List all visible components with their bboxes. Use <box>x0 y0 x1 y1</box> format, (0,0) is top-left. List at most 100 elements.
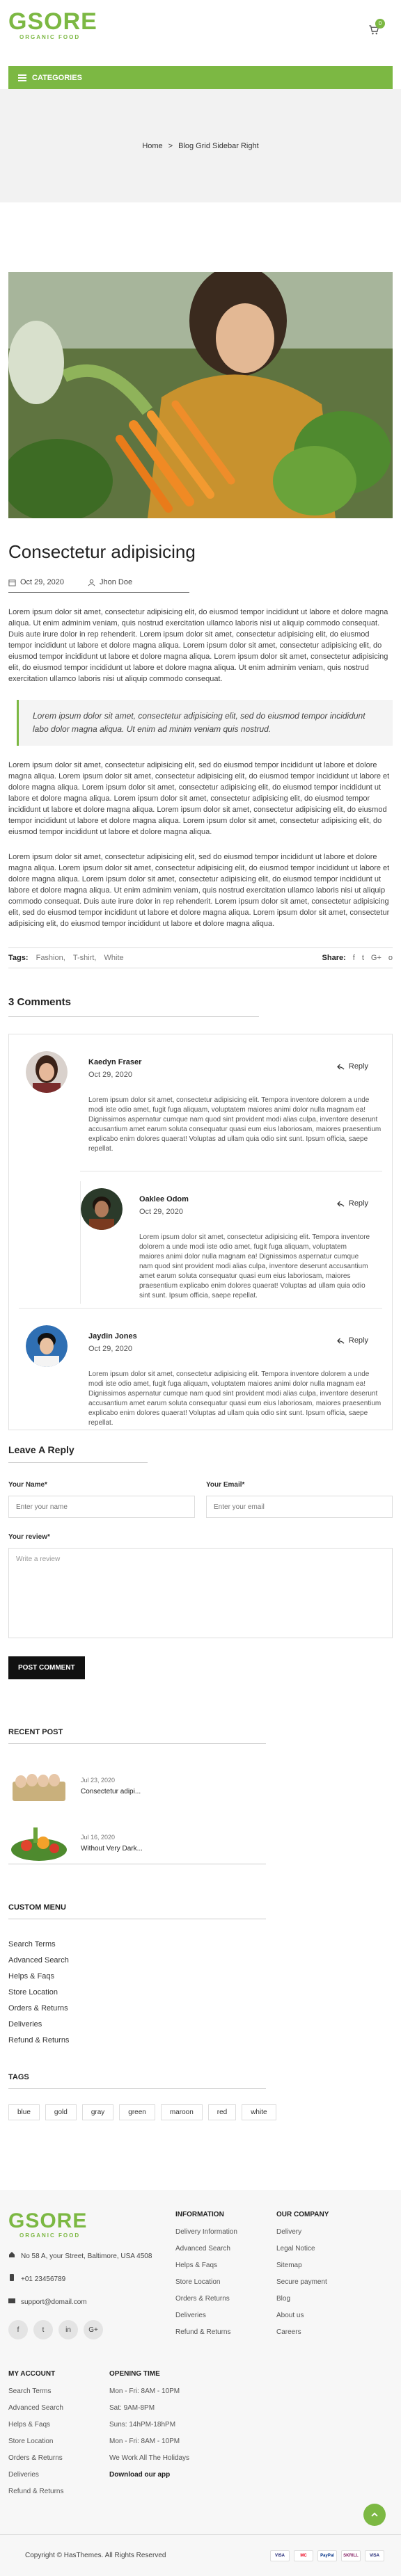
recent-post-item[interactable]: Jul 16, 2020 Without Very Dark... <box>8 1822 393 1864</box>
google-plus-icon[interactable]: G+ <box>371 954 382 962</box>
reply-button[interactable]: Reply <box>336 1336 368 1345</box>
recent-post-title[interactable]: Without Very Dark... <box>81 1845 143 1853</box>
tag-link[interactable]: White <box>104 954 124 962</box>
footer-link[interactable]: Secure payment <box>276 2278 329 2295</box>
custom-menu-item[interactable]: Search Terms <box>8 1940 393 1956</box>
footer-link[interactable]: Refund & Returns <box>175 2328 276 2345</box>
post-comment-button[interactable]: POST COMMENT <box>8 1656 85 1679</box>
post-paragraph-3: Lorem ipsum dolor sit amet, consectetur … <box>8 853 390 928</box>
facebook-icon[interactable]: f <box>353 954 355 962</box>
facebook-icon[interactable]: f <box>8 2320 28 2339</box>
arrow-up-icon <box>371 2512 378 2517</box>
breadcrumb-current: Blog Grid Sidebar Right <box>178 141 259 150</box>
post-author[interactable]: Jhon Doe <box>88 578 132 586</box>
menu-icon <box>18 74 26 81</box>
footer-link[interactable]: Store Location <box>175 2278 276 2295</box>
post-date-text: Oct 29, 2020 <box>20 578 64 586</box>
google-plus-icon[interactable]: G+ <box>84 2320 103 2339</box>
custom-menu-item[interactable]: Orders & Returns <box>8 2004 393 2020</box>
footer-link[interactable]: About us <box>276 2312 329 2328</box>
tag-button[interactable]: white <box>242 2104 276 2120</box>
comments-divider <box>8 1016 259 1017</box>
recent-post-date: Jul 23, 2020 <box>81 1776 116 1784</box>
footer-link[interactable]: Orders & Returns <box>8 2454 109 2471</box>
recent-post-heading: RECENT POST <box>8 1728 63 1736</box>
reply-form-heading: Leave A Reply <box>8 1444 74 1455</box>
custom-menu-item[interactable]: Store Location <box>8 1988 393 2004</box>
footer-email[interactable]: support@domail.com <box>8 2297 175 2307</box>
recent-post-item[interactable]: Jul 23, 2020 Consectetur adipi... <box>8 1765 393 1807</box>
footer-link[interactable]: Careers <box>276 2328 329 2345</box>
share-label: Share: <box>322 954 346 962</box>
footer-link[interactable]: Deliveries <box>175 2312 276 2328</box>
email-input[interactable] <box>206 1496 393 1518</box>
custom-menu-item[interactable]: Advanced Search <box>8 1956 393 1972</box>
footer-link[interactable]: Refund & Returns <box>8 2488 109 2504</box>
footer-hours-line: Suns: 14hPM-18hPM <box>109 2421 176 2429</box>
name-label: Your Name* <box>8 1481 47 1489</box>
footer-link[interactable]: Delivery Information <box>175 2228 276 2245</box>
twitter-icon[interactable]: t <box>362 954 364 962</box>
tag-button[interactable]: gold <box>45 2104 77 2120</box>
avatar <box>26 1325 68 1367</box>
tag-link[interactable]: T-shirt, <box>73 954 97 962</box>
comments-heading: 3 Comments <box>8 996 72 1008</box>
tag-button[interactable]: gray <box>81 2104 114 2120</box>
footer-link[interactable]: Helps & Faqs <box>8 2421 109 2438</box>
footer-logo[interactable]: GSORE ORGANIC FOOD <box>8 2211 175 2239</box>
breadcrumb-home-link[interactable]: Home <box>142 142 162 150</box>
footer-hours-line: We Work All The Holidays <box>109 2454 190 2462</box>
review-textarea[interactable]: Write a review <box>8 1548 393 1638</box>
twitter-icon[interactable]: t <box>33 2320 53 2339</box>
footer-phone[interactable]: +01 23456789 <box>8 2274 175 2285</box>
cart-button[interactable]: 0 <box>368 19 385 36</box>
footer-link[interactable]: Advanced Search <box>175 2245 276 2262</box>
footer-link[interactable]: Deliveries <box>8 2471 109 2488</box>
footer-company-heading: OUR COMPANY <box>276 2211 329 2218</box>
reply-label: Reply <box>348 1062 368 1071</box>
breadcrumb: Home > Blog Grid Sidebar Right <box>0 89 401 202</box>
footer-link[interactable]: Delivery <box>276 2228 329 2245</box>
linkedin-icon[interactable]: in <box>58 2320 78 2339</box>
tag-button[interactable]: maroon <box>160 2104 203 2120</box>
download-app-label: Download our app <box>109 2471 171 2479</box>
site-header: GSORE ORGANIC FOOD 0 <box>0 0 401 66</box>
footer-link[interactable]: Legal Notice <box>276 2245 329 2262</box>
footer-hours-line: Sat: 9AM-8PM <box>109 2404 155 2412</box>
footer-address: No 58 A, your Street, Baltimore, USA 450… <box>8 2251 175 2262</box>
footer-link[interactable]: Helps & Faqs <box>175 2262 276 2278</box>
tags-share-bar: Tags: Fashion, T-shirt, White Share: f t… <box>8 947 393 968</box>
tags-heading: TAGS <box>8 2073 29 2081</box>
comment-date: Oct 29, 2020 <box>88 1345 132 1353</box>
post-featured-image <box>8 272 393 518</box>
tag-link[interactable]: Fashion, <box>36 954 65 962</box>
categories-toggle[interactable]: CATEGORIES <box>8 66 393 89</box>
footer-logo-word: GSORE <box>8 2209 88 2232</box>
comment-date: Oct 29, 2020 <box>88 1071 132 1079</box>
footer-link[interactable]: Orders & Returns <box>175 2295 276 2312</box>
reply-button[interactable]: Reply <box>336 1199 368 1208</box>
comment-author: Oaklee Odom <box>139 1195 189 1203</box>
footer-link[interactable]: Blog <box>276 2295 329 2312</box>
reply-button[interactable]: Reply <box>336 1062 368 1071</box>
site-logo[interactable]: GSORE ORGANIC FOOD <box>8 10 97 40</box>
post-blockquote: Lorem ipsum dolor sit amet, consectetur … <box>17 700 393 746</box>
reply-label: Reply <box>348 1199 368 1208</box>
custom-menu-item[interactable]: Refund & Returns <box>8 2036 393 2052</box>
footer-phone-text: +01 23456789 <box>21 2275 66 2283</box>
footer-address-text: No 58 A, your Street, Baltimore, USA 450… <box>21 2253 152 2260</box>
custom-menu-item[interactable]: Deliveries <box>8 2020 393 2036</box>
tag-button[interactable]: red <box>207 2104 237 2120</box>
footer-link[interactable]: Search Terms <box>8 2387 109 2404</box>
name-input[interactable] <box>8 1496 195 1518</box>
footer-link[interactable]: Store Location <box>8 2438 109 2454</box>
footer-link[interactable]: Advanced Search <box>8 2404 109 2421</box>
custom-menu-item[interactable]: Helps & Faqs <box>8 1972 393 1988</box>
calendar-icon <box>8 579 16 586</box>
tag-button[interactable]: blue <box>8 2104 40 2120</box>
tag-button[interactable]: green <box>119 2104 155 2120</box>
instagram-icon[interactable]: o <box>388 954 393 962</box>
scroll-to-top-button[interactable] <box>363 2504 386 2526</box>
recent-post-title[interactable]: Consectetur adipi... <box>81 1788 141 1795</box>
footer-link[interactable]: Sitemap <box>276 2262 329 2278</box>
